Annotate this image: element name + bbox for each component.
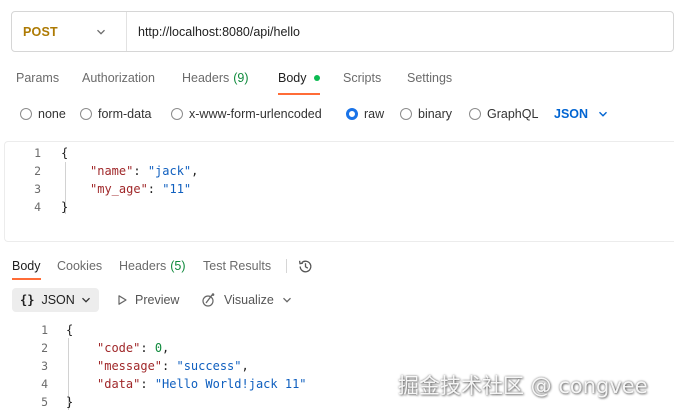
code-line: 1 {	[41, 323, 74, 337]
braces-icon: {}	[20, 293, 35, 307]
code-line: 1 {	[34, 146, 69, 160]
chevron-down-icon	[97, 29, 105, 35]
code-line: 3 "my_age": "11"	[34, 182, 192, 196]
response-tab-test-results[interactable]: Test Results	[203, 254, 271, 278]
method-label: POST	[23, 24, 58, 39]
radio-circle	[20, 108, 32, 120]
radio-x-www-form-urlencoded[interactable]: x-www-form-urlencoded	[171, 104, 322, 124]
radio-circle	[400, 108, 412, 120]
radio-raw[interactable]: raw	[346, 104, 384, 124]
url-input[interactable]: http://localhost:8080/api/hello	[127, 25, 300, 39]
response-toolbar: {} JSON Preview Visualize	[0, 288, 674, 314]
response-tab-body[interactable]: Body	[12, 254, 41, 280]
tab-authorization[interactable]: Authorization	[82, 64, 155, 92]
request-body-editor[interactable]: 1 { 2 "name": "jack", 3 "my_age": "11" 4…	[4, 141, 674, 242]
response-tabs: Body Cookies Headers (5) Test Results	[0, 254, 674, 280]
tab-headers[interactable]: Headers (9)	[182, 64, 249, 92]
radio-form-data[interactable]: form-data	[80, 104, 152, 124]
method-selector[interactable]: POST	[12, 12, 127, 51]
tab-body[interactable]: Body	[278, 64, 320, 95]
radio-circle	[469, 108, 481, 120]
code-line: 2 "code": 0,	[41, 341, 170, 355]
tab-scripts[interactable]: Scripts	[343, 64, 381, 92]
response-format-dropdown[interactable]: {} JSON	[12, 288, 99, 312]
response-tab-headers[interactable]: Headers (5)	[119, 254, 186, 278]
radio-graphql[interactable]: GraphQL	[469, 104, 538, 124]
headers-count: (9)	[233, 71, 249, 85]
tab-settings[interactable]: Settings	[407, 64, 452, 92]
radio-circle	[80, 108, 92, 120]
radio-circle-selected	[346, 108, 358, 120]
preview-button[interactable]: Preview	[116, 288, 179, 312]
response-headers-count: (5)	[170, 259, 186, 273]
tab-params[interactable]: Params	[16, 64, 59, 92]
raw-format-dropdown[interactable]: JSON	[554, 104, 608, 124]
chevron-down-icon	[81, 297, 90, 303]
radio-circle	[171, 108, 183, 120]
code-line: 2 "name": "jack",	[34, 164, 199, 178]
watermark: 掘金技术社区 @ congvee	[398, 374, 648, 398]
url-bar: POST http://localhost:8080/api/hello	[11, 11, 674, 52]
visualize-icon	[202, 293, 215, 307]
visualize-button[interactable]: Visualize	[201, 288, 274, 312]
history-icon[interactable]	[297, 258, 314, 275]
chevron-down-icon	[283, 297, 291, 303]
divider	[286, 259, 287, 273]
play-icon	[118, 295, 127, 305]
chevron-down-icon	[599, 111, 608, 117]
body-indicator-dot	[313, 75, 320, 81]
response-tab-cookies[interactable]: Cookies	[57, 254, 102, 278]
code-line: 4 }	[34, 200, 69, 214]
visualize-options-dropdown[interactable]	[282, 288, 302, 312]
radio-binary[interactable]: binary	[400, 104, 452, 124]
radio-none[interactable]: none	[20, 104, 66, 124]
body-type-selector: none form-data x-www-form-urlencoded raw…	[0, 104, 674, 124]
